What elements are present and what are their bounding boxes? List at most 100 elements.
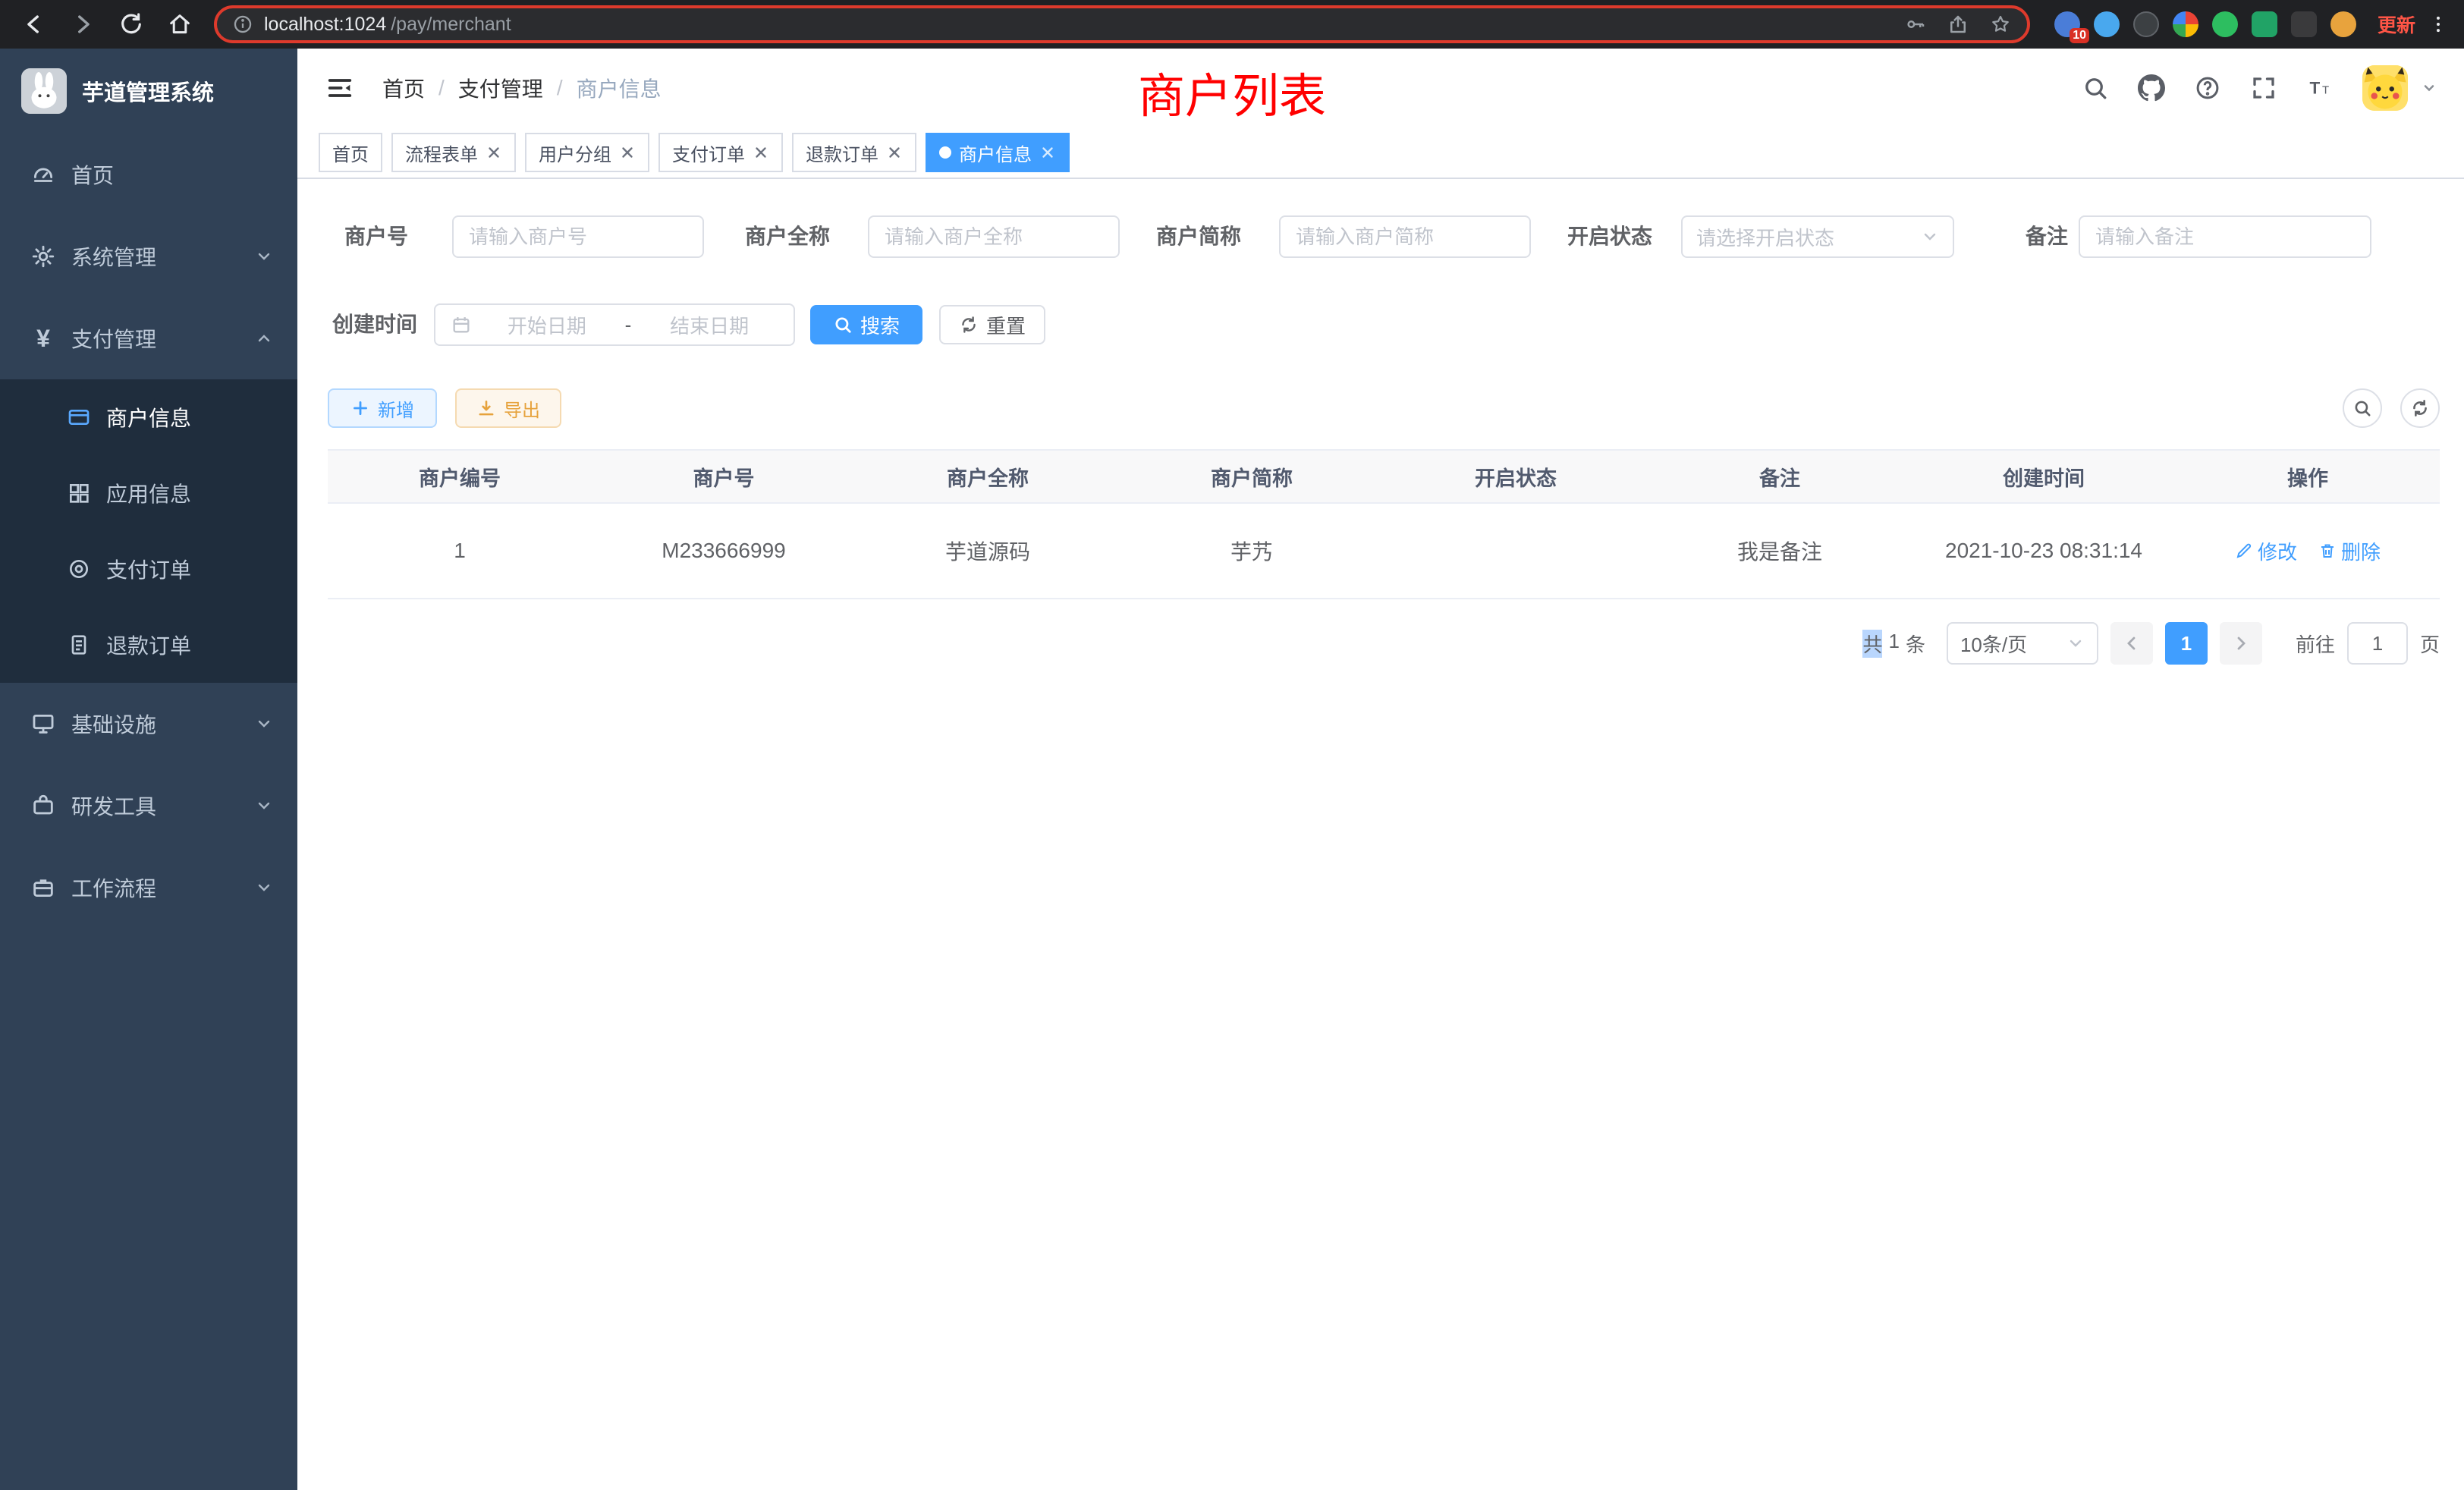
extension-icon-4[interactable] xyxy=(2173,11,2198,37)
page-header: 首页 / 支付管理 / 商户信息 TT xyxy=(297,49,2464,127)
browser-update-button[interactable]: 更新 xyxy=(2378,11,2415,38)
extension-icon-6[interactable] xyxy=(2252,11,2277,37)
search-button[interactable]: 搜索 xyxy=(810,305,922,344)
prev-page-button[interactable] xyxy=(2110,622,2153,665)
profile-avatar-icon[interactable] xyxy=(2330,11,2356,37)
reload-icon[interactable] xyxy=(118,11,144,37)
search-icon xyxy=(2352,398,2372,418)
tab-pay-orders[interactable]: 支付订单 xyxy=(658,133,783,172)
close-icon[interactable] xyxy=(486,144,502,161)
github-icon[interactable] xyxy=(2138,74,2165,102)
page-number-1[interactable]: 1 xyxy=(2165,622,2208,665)
document-icon xyxy=(67,633,91,657)
sidebar-item-pay-orders[interactable]: 支付订单 xyxy=(0,531,297,607)
sidebar-item-label: 基础设施 xyxy=(71,709,156,739)
cell-full-name: 芋道源码 xyxy=(856,536,1120,566)
cell-short-name: 芋艿 xyxy=(1120,536,1384,566)
sidebar-item-system[interactable]: 系统管理 xyxy=(0,215,297,297)
user-avatar[interactable] xyxy=(2362,65,2408,111)
extension-badge: 10 xyxy=(2070,28,2089,43)
delete-button[interactable]: 删除 xyxy=(2318,537,2381,565)
site-info-icon[interactable] xyxy=(232,14,253,35)
grid-icon xyxy=(67,481,91,505)
next-page-button[interactable] xyxy=(2220,622,2262,665)
forward-icon[interactable] xyxy=(70,11,96,37)
tab-refund-orders[interactable]: 退款订单 xyxy=(792,133,916,172)
pagination-total: 共 1 条 xyxy=(1862,630,1925,658)
merchant-no-input[interactable] xyxy=(452,215,704,258)
chevron-down-icon xyxy=(255,797,273,815)
extension-icon-2[interactable] xyxy=(2094,11,2120,37)
full-name-label: 商户全称 xyxy=(707,215,830,258)
full-name-input[interactable] xyxy=(868,215,1120,258)
back-icon[interactable] xyxy=(21,11,47,37)
toggle-search-button[interactable] xyxy=(2343,388,2382,428)
page-annotation-title: 商户列表 xyxy=(1138,58,1326,126)
sidebar-item-label: 首页 xyxy=(71,159,114,190)
create-time-range-picker[interactable]: 开始日期 - 结束日期 xyxy=(434,303,795,346)
sidebar-item-label: 工作流程 xyxy=(71,872,156,903)
sidebar-item-app-info[interactable]: 应用信息 xyxy=(0,455,297,531)
sidebar-item-infra[interactable]: 基础设施 xyxy=(0,683,297,765)
sidebar-item-merchant-info[interactable]: 商户信息 xyxy=(0,379,297,455)
cell-create-time: 2021-10-23 08:31:14 xyxy=(1912,539,2176,563)
search-icon[interactable] xyxy=(2082,74,2109,102)
status-select[interactable]: 请选择开启状态 xyxy=(1681,215,1954,258)
close-icon[interactable] xyxy=(1039,144,1056,161)
fullscreen-icon[interactable] xyxy=(2250,74,2277,102)
remark-input[interactable] xyxy=(2079,215,2371,258)
reset-button[interactable]: 重置 xyxy=(939,305,1045,344)
tab-label: 退款订单 xyxy=(806,140,878,166)
font-size-icon[interactable]: TT xyxy=(2306,74,2334,102)
share-icon[interactable] xyxy=(1947,13,1969,36)
extension-icon-1[interactable]: 10 xyxy=(2054,11,2080,37)
tab-merchant-info[interactable]: 商户信息 xyxy=(926,133,1070,172)
chevron-down-icon xyxy=(255,247,273,266)
export-button[interactable]: 导出 xyxy=(455,388,561,428)
column-header: 商户号 xyxy=(592,462,856,492)
sidebar-item-payment[interactable]: ¥ 支付管理 xyxy=(0,297,297,379)
short-name-label: 商户简称 xyxy=(1118,215,1241,258)
cell-merchant-no: M233666999 xyxy=(592,539,856,563)
close-icon[interactable] xyxy=(886,144,903,161)
refresh-table-button[interactable] xyxy=(2400,388,2440,428)
tab-user-group[interactable]: 用户分组 xyxy=(525,133,649,172)
short-name-input[interactable] xyxy=(1279,215,1531,258)
extension-icon-5[interactable] xyxy=(2212,11,2238,37)
tab-home[interactable]: 首页 xyxy=(319,133,382,172)
total-suffix: 条 xyxy=(1906,630,1925,658)
column-header: 备注 xyxy=(1648,462,1912,492)
sidebar-item-label: 支付管理 xyxy=(71,323,156,354)
help-icon[interactable] xyxy=(2194,74,2221,102)
sidebar-item-workflow[interactable]: 工作流程 xyxy=(0,847,297,929)
bookmark-star-icon[interactable] xyxy=(1989,13,2012,36)
sidebar-toggle-icon[interactable] xyxy=(325,73,355,103)
sidebar-item-refund-orders[interactable]: 退款订单 xyxy=(0,607,297,683)
browser-menu-icon[interactable] xyxy=(2428,11,2449,37)
address-bar[interactable]: localhost:1024/pay/merchant xyxy=(214,5,2030,43)
sidebar-item-dev-tools[interactable]: 研发工具 xyxy=(0,765,297,847)
close-icon[interactable] xyxy=(619,144,636,161)
add-button[interactable]: 新增 xyxy=(328,388,437,428)
page-size-select[interactable]: 10条/页 xyxy=(1947,622,2098,665)
key-icon[interactable] xyxy=(1904,13,1927,36)
sidebar-item-home[interactable]: 首页 xyxy=(0,134,297,215)
breadcrumb-home[interactable]: 首页 xyxy=(382,73,425,103)
end-date-placeholder: 结束日期 xyxy=(640,311,778,339)
extension-icon-3[interactable] xyxy=(2133,11,2159,37)
goto-page-input[interactable] xyxy=(2347,622,2408,665)
chevron-down-icon[interactable] xyxy=(2422,80,2437,96)
breadcrumb-payment[interactable]: 支付管理 xyxy=(458,73,543,103)
url-path: /pay/merchant xyxy=(391,14,511,36)
header-actions: TT xyxy=(2082,65,2437,111)
app-logo[interactable]: 芋道管理系统 xyxy=(0,49,297,134)
refresh-icon xyxy=(2410,398,2430,418)
edit-button[interactable]: 修改 xyxy=(2235,537,2297,565)
extension-icon-7[interactable] xyxy=(2291,11,2317,37)
goto-label: 前往 xyxy=(2296,630,2335,658)
tab-process-form[interactable]: 流程表单 xyxy=(391,133,516,172)
close-icon[interactable] xyxy=(753,144,769,161)
home-icon[interactable] xyxy=(167,11,193,37)
page: localhost:1024/pay/merchant 10 xyxy=(0,0,2464,1490)
refresh-icon xyxy=(959,315,979,335)
